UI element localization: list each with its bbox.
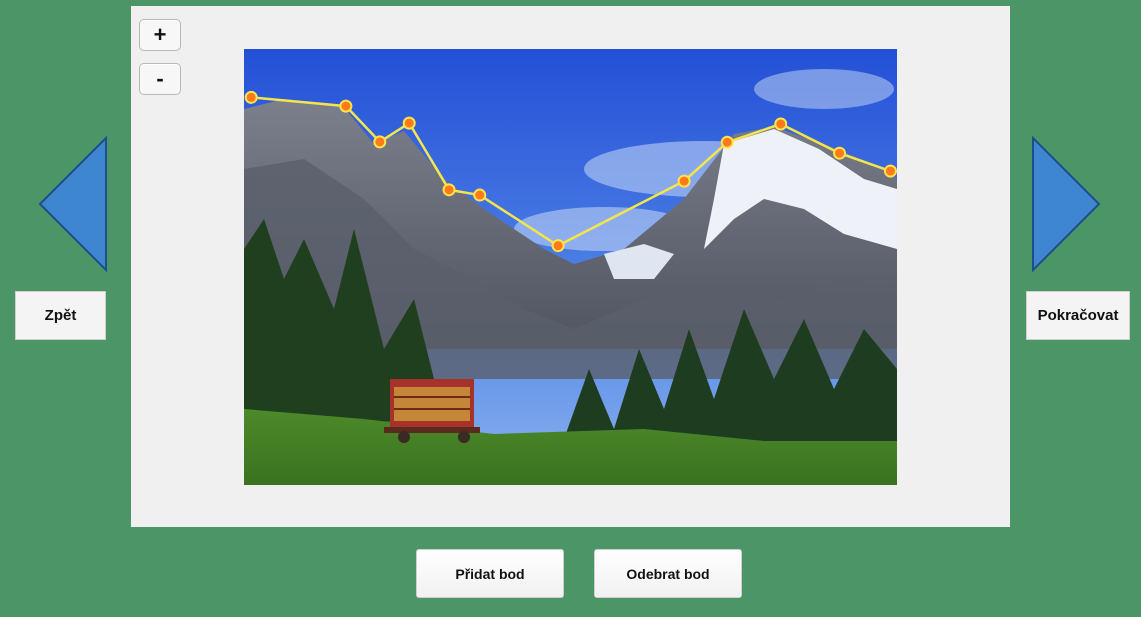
- remove-point-button[interactable]: Odebrat bod: [594, 549, 742, 598]
- zoom-in-button[interactable]: +: [139, 19, 181, 51]
- ridge-control-point[interactable]: [720, 135, 734, 149]
- ridge-control-point[interactable]: [402, 116, 416, 130]
- ridge-control-point[interactable]: [373, 135, 387, 149]
- back-button[interactable]: Zpět: [15, 291, 106, 340]
- mountain-photo[interactable]: [244, 49, 897, 485]
- ridge-control-point[interactable]: [883, 164, 897, 178]
- triangle-right-icon[interactable]: [1031, 136, 1101, 272]
- ridge-control-point[interactable]: [339, 99, 353, 113]
- ridge-control-point[interactable]: [244, 90, 258, 104]
- ridge-control-point[interactable]: [677, 174, 691, 188]
- add-point-button[interactable]: Přidat bod: [416, 549, 564, 598]
- continue-button[interactable]: Pokračovat: [1026, 291, 1130, 340]
- photo-canvas[interactable]: [244, 49, 897, 485]
- ridge-control-point[interactable]: [551, 239, 565, 253]
- image-panel: + -: [131, 6, 1010, 527]
- triangle-left-icon[interactable]: [38, 136, 108, 272]
- ridge-control-point[interactable]: [442, 183, 456, 197]
- cloud: [754, 69, 894, 109]
- ridge-control-point[interactable]: [774, 117, 788, 131]
- ridge-control-point[interactable]: [473, 188, 487, 202]
- zoom-out-button[interactable]: -: [139, 63, 181, 95]
- ridge-control-point[interactable]: [833, 146, 847, 160]
